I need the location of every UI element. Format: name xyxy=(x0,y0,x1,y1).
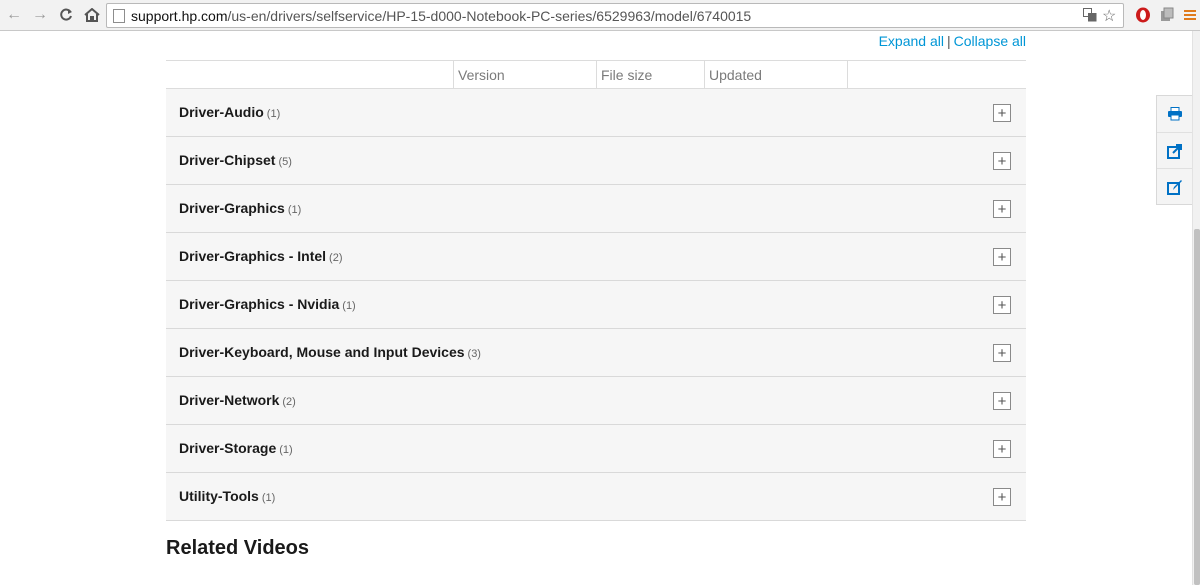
feedback-edit-icon[interactable] xyxy=(1157,168,1193,204)
category-count: (3) xyxy=(467,348,481,360)
expand-plus-icon[interactable]: + xyxy=(993,152,1011,170)
browser-toolbar: ← → support.hp.com/us-en/drivers/selfser… xyxy=(0,0,1200,31)
category-label: Driver-Graphics - Intel xyxy=(179,248,327,264)
scrollbar-thumb[interactable] xyxy=(1194,229,1200,585)
category-count: (1) xyxy=(342,300,356,312)
page-content: Expand all | Collapse all Version File siz… xyxy=(0,31,1193,585)
expand-plus-icon[interactable]: + xyxy=(993,344,1011,362)
expand-plus-icon[interactable]: + xyxy=(993,248,1011,266)
category-count: (2) xyxy=(282,396,296,408)
print-icon[interactable] xyxy=(1157,96,1193,132)
expand-plus-icon[interactable]: + xyxy=(993,440,1011,458)
copy-extension-icon[interactable] xyxy=(1157,5,1177,25)
expand-plus-icon[interactable]: + xyxy=(993,104,1011,122)
category-row-audio[interactable]: Driver-Audio (1) + xyxy=(166,89,1026,137)
category-row-utility-tools[interactable]: Utility-Tools (1) + xyxy=(166,473,1026,521)
opera-extension-icon[interactable] xyxy=(1133,5,1153,25)
category-label: Driver-Chipset xyxy=(179,152,276,168)
driver-category-list: Driver-Audio (1) + Driver-Chipset (5) + Dr… xyxy=(166,89,1026,521)
category-name: Driver-Audio (1) xyxy=(179,104,280,120)
collapse-all-link[interactable]: Collapse all xyxy=(954,33,1026,49)
category-count: (1) xyxy=(266,108,281,120)
category-row-graphics-nvidia[interactable]: Driver-Graphics - Nvidia (1) + xyxy=(166,281,1026,329)
category-row-chipset[interactable]: Driver-Chipset (5) + xyxy=(166,137,1026,185)
page-icon xyxy=(113,9,125,23)
category-count: (5) xyxy=(278,156,292,168)
category-label: Driver-Keyboard, Mouse and Input Devices xyxy=(179,344,465,360)
category-count: (1) xyxy=(287,204,302,216)
expand-plus-icon[interactable]: + xyxy=(993,296,1011,314)
category-name: Driver-Chipset (5) xyxy=(179,152,292,168)
category-count: (1) xyxy=(261,492,276,504)
category-name: Driver-Graphics (1) xyxy=(179,200,301,216)
address-bar[interactable]: support.hp.com/us-en/drivers/selfservice… xyxy=(106,3,1124,28)
expand-collapse-controls: Expand all | Collapse all xyxy=(0,31,1026,49)
category-row-graphics-intel[interactable]: Driver-Graphics - Intel (2) + xyxy=(166,233,1026,281)
column-header-version: Version xyxy=(453,61,596,89)
category-name: Driver-Network (2) xyxy=(179,392,296,408)
bookmark-star-icon[interactable]: ☆ xyxy=(1102,6,1116,26)
translate-icon[interactable] xyxy=(1083,8,1097,25)
url-host: support.hp.com xyxy=(131,8,228,24)
vertical-scrollbar[interactable] xyxy=(1192,31,1200,585)
category-label: Driver-Graphics - Nvidia xyxy=(179,296,340,312)
home-icon[interactable] xyxy=(80,3,104,27)
category-row-keyboard-mouse[interactable]: Driver-Keyboard, Mouse and Input Devices… xyxy=(166,329,1026,377)
column-header-updated: Updated xyxy=(704,61,847,89)
category-row-storage[interactable]: Driver-Storage (1) + xyxy=(166,425,1026,473)
category-name: Driver-Graphics - Intel (2) xyxy=(179,248,343,264)
share-icon[interactable] xyxy=(1157,132,1193,168)
category-label: Driver-Network xyxy=(179,392,280,408)
reload-icon[interactable] xyxy=(54,3,78,27)
link-separator: | xyxy=(946,33,951,49)
side-toolbar xyxy=(1156,95,1193,205)
category-label: Driver-Storage xyxy=(179,440,277,456)
category-name: Driver-Keyboard, Mouse and Input Devices… xyxy=(179,344,481,360)
back-arrow-icon[interactable]: ← xyxy=(2,3,26,27)
forward-arrow-icon[interactable]: → xyxy=(28,3,52,27)
category-label: Utility-Tools xyxy=(179,488,259,504)
url-path: /us-en/drivers/selfservice/HP-15-d000-No… xyxy=(227,8,752,24)
category-row-graphics[interactable]: Driver-Graphics (1) + xyxy=(166,185,1026,233)
url-text: support.hp.com/us-en/drivers/selfservice… xyxy=(131,8,751,24)
category-row-network[interactable]: Driver-Network (2) + xyxy=(166,377,1026,425)
table-header: Version File size Updated xyxy=(166,60,1026,89)
expand-all-link[interactable]: Expand all xyxy=(879,33,944,49)
expand-plus-icon[interactable]: + xyxy=(993,488,1011,506)
category-count: (2) xyxy=(329,252,343,264)
column-header-blank xyxy=(847,61,1026,89)
column-header-file-size: File size xyxy=(596,61,704,89)
category-label: Driver-Audio xyxy=(179,104,264,120)
category-label: Driver-Graphics xyxy=(179,200,285,216)
chrome-menu-icon[interactable] xyxy=(1180,5,1200,25)
category-count: (1) xyxy=(279,444,293,456)
related-videos-heading: Related Videos xyxy=(166,537,310,559)
category-name: Driver-Storage (1) xyxy=(179,440,293,456)
expand-plus-icon[interactable]: + xyxy=(993,200,1011,218)
category-name: Driver-Graphics - Nvidia (1) xyxy=(179,296,356,312)
expand-plus-icon[interactable]: + xyxy=(993,392,1011,410)
category-name: Utility-Tools (1) xyxy=(179,488,275,504)
